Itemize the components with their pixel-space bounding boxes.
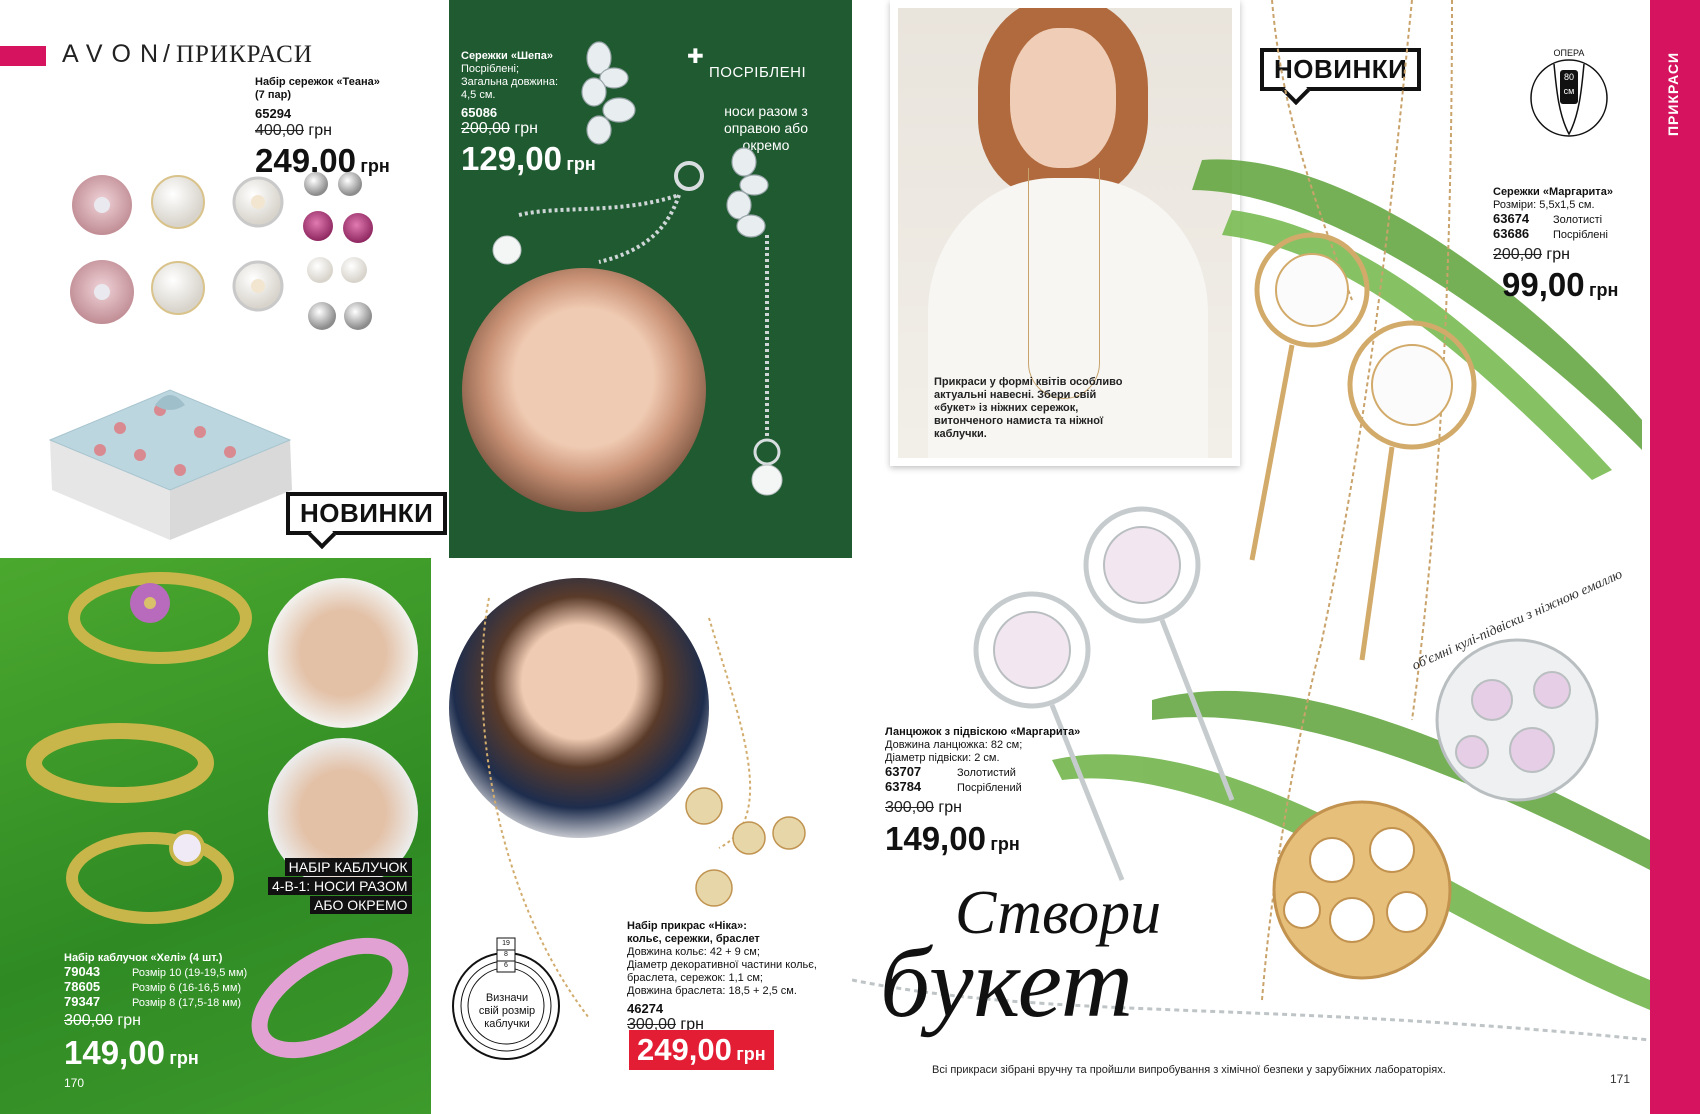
product-code: 65294 xyxy=(255,106,292,121)
nika-price-box: 249,00 грн xyxy=(629,1030,774,1070)
nika-panel: Набір прикрас «Ніка»: кольє, сережки, бр… xyxy=(449,558,852,1114)
new-badge: НОВИНКИ xyxy=(286,492,448,535)
size-row: 79043 Розмір 10 (19-19,5 мм) xyxy=(64,965,274,980)
product-detail: Діаметр декоративної частини кольє, xyxy=(627,959,817,971)
variant-row: 63674 Золотисті xyxy=(1493,211,1603,226)
header-accent-bar xyxy=(0,46,46,66)
shepa-panel: Сережки «Шепа» Посріблені; Загальна довж… xyxy=(449,0,852,558)
ring-size-text: Визначи свій розмір каблучки xyxy=(478,992,536,1030)
header-title: AVON/ПРИКРАСИ xyxy=(62,40,313,68)
product-code: 46274 xyxy=(627,1001,664,1016)
side-tab xyxy=(1650,0,1700,1114)
product-detail: браслета, сережок: 1,1 см; xyxy=(627,972,763,984)
hand-photo-top xyxy=(268,578,418,728)
product-name: Ланцюжок з підвіскою «Маргарита» xyxy=(885,726,1081,738)
size-label: Розмір 8 (17,5-18 мм) xyxy=(132,997,242,1009)
size-label: Розмір 10 (19-19,5 мм) xyxy=(132,967,248,979)
callout-line: 4-В-1: НОСИ РАЗОМ xyxy=(268,877,412,895)
old-price: 300,00 грн xyxy=(885,799,962,816)
footer-note: Всі прикраси зібрані вручну та пройшли в… xyxy=(932,1064,1446,1076)
side-tab-label: ПРИКРАСИ xyxy=(1665,51,1681,136)
product-name: Набір прикрас «Ніка»: xyxy=(627,920,747,932)
product-name: кольє, сережки, браслет xyxy=(627,933,760,945)
product-name: Набір сережок «Теана» (7 пар) xyxy=(255,76,380,101)
page-number-right: 171 xyxy=(1610,1072,1631,1086)
model-portrait xyxy=(462,268,706,512)
size-row: 79347 Розмір 8 (17,5-18 мм) xyxy=(64,995,274,1010)
size-code: 79043 xyxy=(64,964,101,979)
ring-size-mark: 8 xyxy=(504,951,508,958)
margarita-necklace-price: 149,00 грн xyxy=(885,820,1020,857)
section-name: ПРИКРАСИ xyxy=(175,41,313,68)
ring-size-mark: 19 xyxy=(502,940,510,947)
teana-info: Набір сережок «Теана» (7 пар) 65294 400,… xyxy=(255,76,415,140)
callout-line: АБО ОКРЕМО xyxy=(310,896,412,914)
size-row: 78605 Розмір 6 (16-16,5 мм) xyxy=(64,980,274,995)
margarita-earrings-info: Сережки «Маргарита» Розміри: 5,5х1,5 см.… xyxy=(1493,186,1643,264)
variant-row: 63707 Золотистий xyxy=(885,764,1016,779)
brand-name: AVON xyxy=(62,40,167,68)
heli-info: Набір каблучок «Хелі» (4 шт.) 79043 Розмі… xyxy=(64,952,274,1030)
ring-size-marks: 19 8 6 xyxy=(497,938,515,971)
size-label: Розмір 6 (16-16,5 мм) xyxy=(132,982,242,994)
callout-line: НАБІР КАБЛУЧОК xyxy=(284,858,412,876)
size-code: 78605 xyxy=(64,979,101,994)
old-price: 200,00 грн xyxy=(1493,246,1570,263)
old-price: 300,00 грн xyxy=(64,1012,141,1029)
margarita-necklace-info: Ланцюжок з підвіскою «Маргарита» Довжина… xyxy=(885,726,1085,817)
page-number-left: 170 xyxy=(64,1076,85,1090)
product-detail: Довжина браслета: 18,5 + 2,5 см. xyxy=(627,985,797,997)
product-detail: Довжина кольє: 42 + 9 см; xyxy=(627,946,760,958)
headline-line2: букет xyxy=(880,927,1133,1038)
product-name: Сережки «Маргарита» xyxy=(1493,186,1613,198)
variant-row: 63686 Посріблені xyxy=(1493,226,1608,241)
nika-info: Набір прикрас «Ніка»: кольє, сережки, бр… xyxy=(627,920,847,1034)
margarita-earrings-price: 99,00 грн xyxy=(1502,266,1619,303)
ring-size-mark: 6 xyxy=(504,962,508,969)
variant-row: 63784 Посріблений xyxy=(885,779,1022,794)
heli-price: 149,00 грн xyxy=(64,1034,199,1071)
size-list: 79043 Розмір 10 (19-19,5 мм) 78605 Розмір 6… xyxy=(64,965,274,1010)
size-code: 79347 xyxy=(64,994,101,1009)
heli-callout: НАБІР КАБЛУЧОК 4-В-1: НОСИ РАЗОМ АБО ОКР… xyxy=(268,858,412,915)
product-detail: Довжина ланцюжка: 82 см; xyxy=(885,739,1023,751)
heli-panel: НАБІР КАБЛУЧОК 4-В-1: НОСИ РАЗОМ АБО ОКР… xyxy=(0,558,431,1114)
old-price: 400,00 грн xyxy=(255,122,332,139)
